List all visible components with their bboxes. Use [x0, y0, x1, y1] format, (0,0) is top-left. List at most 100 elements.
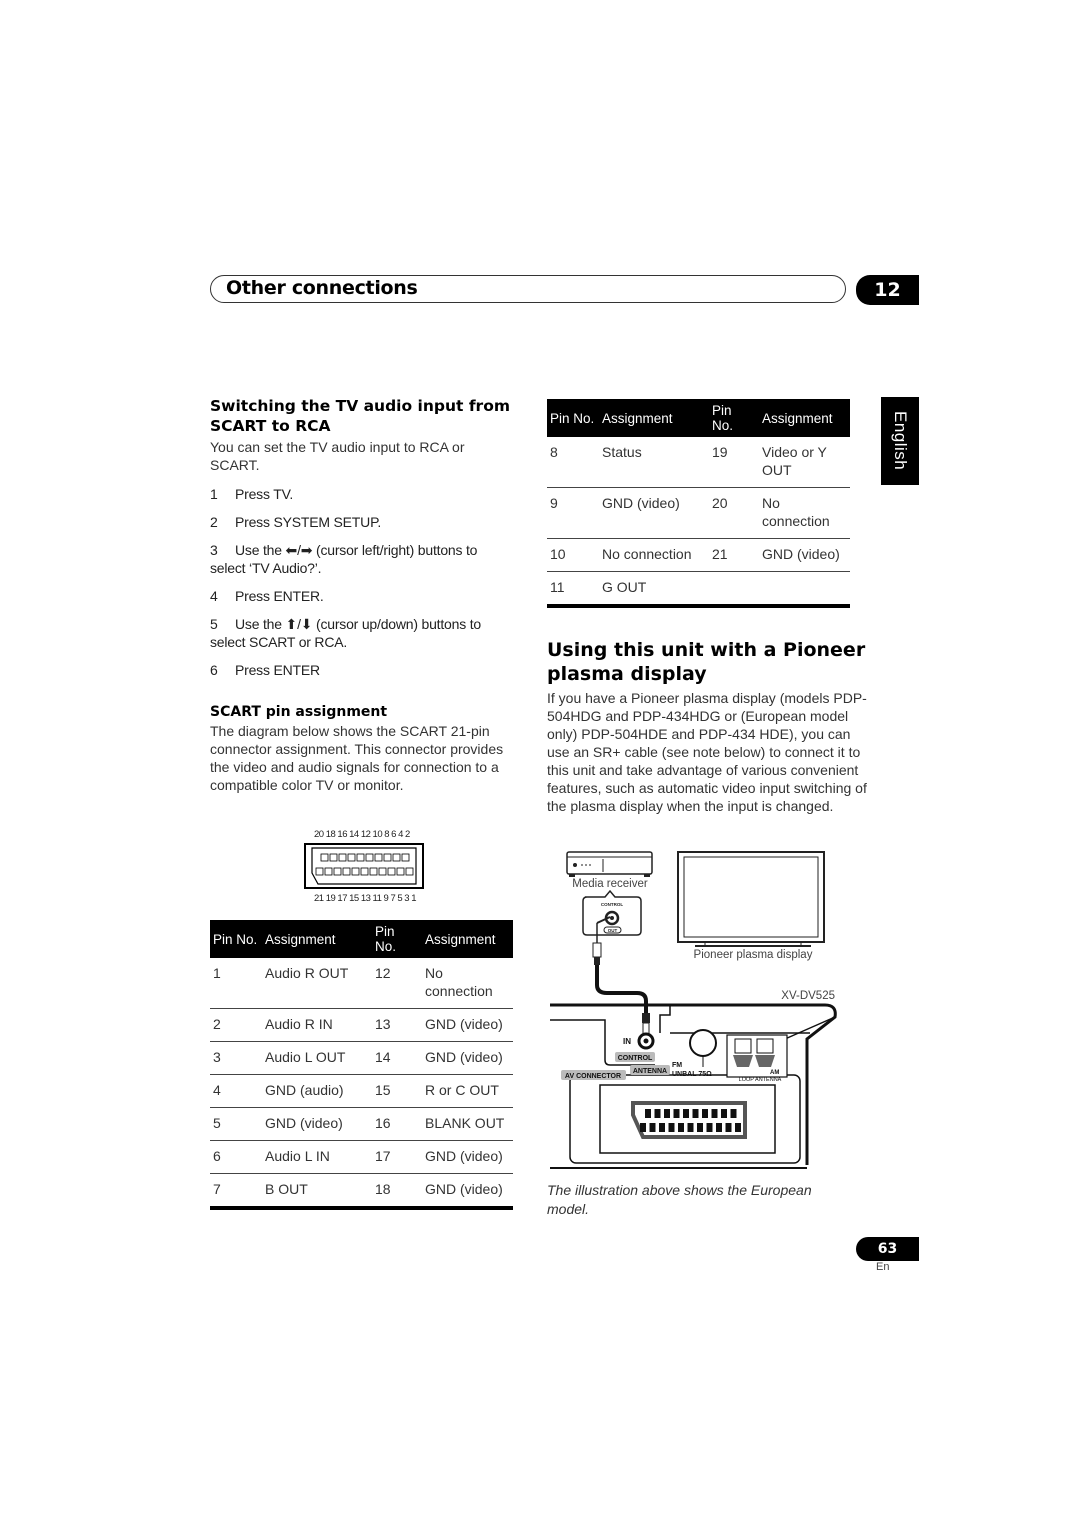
scart-pin	[365, 853, 374, 862]
step-item: 1 Press TV.	[210, 485, 510, 503]
scart-pin	[387, 867, 396, 876]
col-assignment: Assignment	[422, 920, 513, 958]
assignment-cell: GND (video)	[262, 1107, 372, 1141]
assignment-cell: G OUT	[599, 571, 709, 608]
pin-number-cell: 17	[372, 1140, 422, 1174]
scart-pin	[347, 853, 356, 862]
scart-heading: SCART pin assignment	[210, 704, 388, 720]
plasma-heading: Using this unit with a Pioneer plasma di…	[547, 639, 866, 685]
loop-antenna-label: LOOP ANTENNA	[739, 1077, 782, 1083]
av-connector-pin	[687, 1123, 694, 1132]
step-number: 6	[210, 662, 218, 678]
pin-number-cell	[709, 571, 759, 608]
scart-pin	[383, 853, 392, 862]
page-title: Other connections	[226, 277, 418, 299]
table-row: 7B OUT 18 GND (video)	[210, 1173, 513, 1210]
av-connector-pin	[678, 1123, 684, 1132]
assignment-cell: Status	[599, 437, 709, 488]
assignment-cell: No connection	[422, 958, 513, 1009]
fm-antenna-jack-icon	[689, 1029, 717, 1057]
assignment-cell: Audio R IN	[262, 1008, 372, 1042]
av-connector-pin	[673, 1109, 680, 1118]
pin-number-cell: 15	[372, 1074, 422, 1108]
pin-number-cell: 1	[210, 958, 262, 1009]
scart-pin	[405, 867, 414, 876]
table-row: 1 Audio R OUT 12 No connection	[210, 958, 513, 1009]
step-number: 3	[210, 542, 218, 558]
table-row: 2 Audio R IN 13 GND (video)	[210, 1008, 513, 1042]
pin-number-cell: 7	[210, 1173, 262, 1210]
av-connector-pin	[721, 1109, 727, 1118]
pin-number-cell: 12	[372, 958, 422, 1009]
av-connector-pin	[692, 1109, 699, 1118]
av-connector-pin	[730, 1109, 737, 1118]
step-number: 2	[210, 514, 218, 530]
scart-pin	[315, 867, 324, 876]
scart-pin	[401, 853, 410, 862]
scart-pin	[360, 867, 369, 876]
pin-number-cell: 2	[210, 1008, 262, 1042]
chapter-number: 12	[856, 275, 919, 305]
unbal-label: UNBAL 75Ω	[672, 1071, 712, 1078]
unit-rear-panel	[550, 1003, 837, 1169]
col-pin-no: Pin No.	[210, 920, 262, 958]
pin-number-cell: 14	[372, 1041, 422, 1075]
plasma-display-label: Pioneer plasma display	[694, 949, 813, 961]
pin-number-cell: 3	[210, 1041, 262, 1075]
table-row: 4 GND (audio) 15 R or C OUT	[210, 1074, 513, 1108]
step-item: 4 Press ENTER.	[210, 587, 510, 605]
model-label: XV-DV525	[781, 990, 835, 1002]
assignment-cell: GND (audio)	[262, 1074, 372, 1108]
col-pin-no: Pin No.	[547, 399, 599, 437]
switching-section: You can set the TV audio input to RCA or…	[210, 438, 510, 679]
page-number: 63	[856, 1237, 919, 1261]
scart-connector-diagram	[304, 843, 424, 889]
scart-pin	[333, 867, 342, 876]
step-text: Press ENTER	[235, 662, 320, 678]
av-connector-pin	[697, 1123, 703, 1132]
language-label: English	[891, 411, 910, 471]
am-label: AM	[770, 1070, 779, 1076]
step-text: Use the ⬆/⬇ (cursor up/down) buttons to …	[210, 616, 481, 650]
step-item: 2 Press SYSTEM SETUP.	[210, 513, 510, 531]
assignment-cell	[759, 571, 850, 608]
pin-number-cell: 9	[547, 487, 599, 539]
av-connector-label: AV CONNECTOR	[565, 1073, 621, 1080]
scart-pin	[369, 867, 378, 876]
sr-cable	[595, 965, 648, 1015]
step-text: Use the ⬅/➡ (cursor left/right) buttons …	[210, 542, 478, 576]
col-assignment: Assignment	[599, 399, 709, 437]
assignment-cell: R or C OUT	[422, 1074, 513, 1108]
switching-intro: You can set the TV audio input to RCA or…	[210, 439, 465, 473]
col-pin-no: Pin No.	[372, 920, 422, 958]
scart-pin	[356, 853, 365, 862]
av-connector-pin	[668, 1123, 675, 1132]
pin-number-cell: 13	[372, 1008, 422, 1042]
media-receiver-label: Media receiver	[572, 878, 648, 890]
control-small-label: CONTROL	[601, 902, 623, 907]
table-row: 5 GND (video) 16 BLANK OUT	[210, 1107, 513, 1141]
col-assignment: Assignment	[262, 920, 372, 958]
av-connector-pin	[664, 1109, 670, 1118]
assignment-cell: Audio L IN	[262, 1140, 372, 1174]
pin-number-cell: 10	[547, 538, 599, 572]
av-connector-pin	[649, 1123, 656, 1132]
page-language: En	[876, 1261, 890, 1273]
step-number: 5	[210, 616, 218, 632]
av-connector-pin	[702, 1109, 708, 1118]
plasma-body: If you have a Pioneer plasma display (mo…	[547, 690, 867, 814]
connection-illustration: Media receiver CONTROL OUT Pioneer plasm…	[550, 851, 837, 1169]
assignment-cell: Audio R OUT	[262, 958, 372, 1009]
scart-pin-table-2: Pin No. Assignment Pin No. Assignment 8S…	[547, 399, 850, 608]
pin-number-cell: 6	[210, 1140, 262, 1174]
steps-list: 1 Press TV. 2 Press SYSTEM SETUP. 3 Use the ⬅…	[210, 485, 510, 679]
assignment-cell: Video or Y OUT	[759, 437, 850, 488]
scart-pin	[396, 867, 405, 876]
step-text: Press SYSTEM SETUP.	[235, 514, 382, 530]
pin-number-cell: 20	[709, 487, 759, 539]
pin-number-cell: 8	[547, 437, 599, 488]
assignment-cell: GND (video)	[422, 1140, 513, 1174]
scart-pin	[374, 853, 383, 862]
av-connector-pin	[645, 1109, 651, 1118]
table-row: 10 No connection 21 GND (video)	[547, 538, 850, 572]
